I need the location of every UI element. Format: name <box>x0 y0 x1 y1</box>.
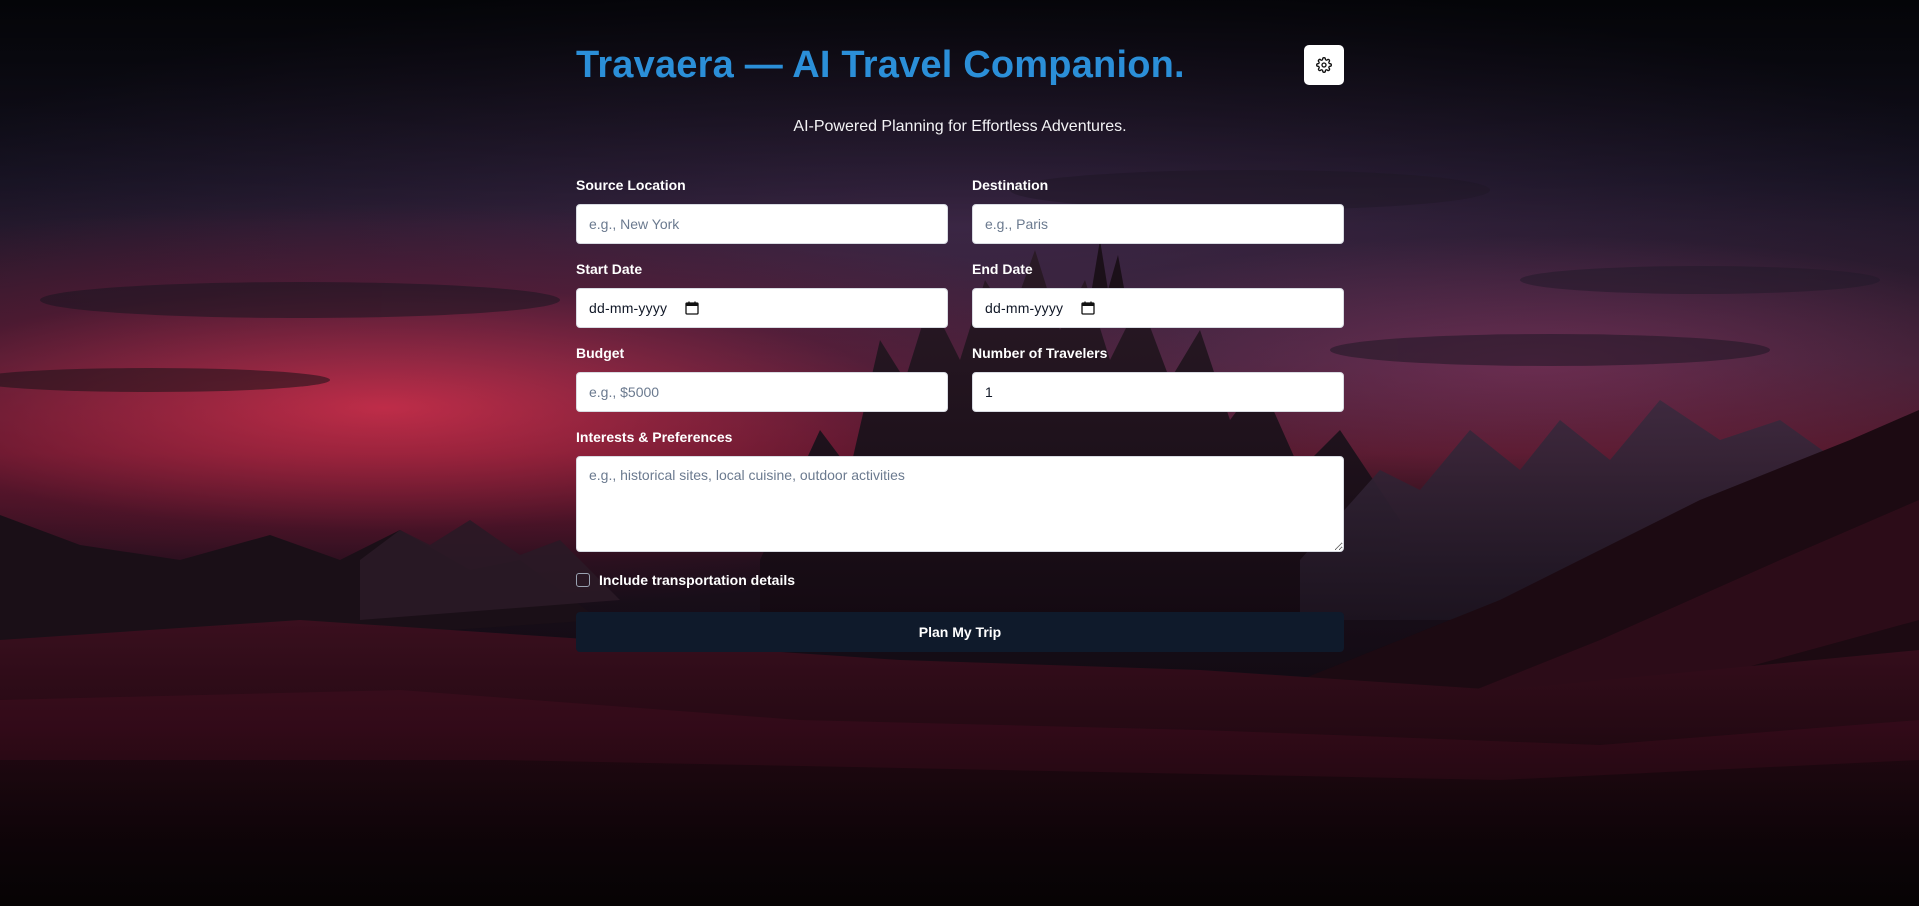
settings-button[interactable] <box>1304 45 1344 85</box>
interests-row: Interests & Preferences <box>576 428 1344 552</box>
header: Travaera — AI Travel Companion. <box>576 0 1344 110</box>
tagline: AI-Powered Planning for Effortless Adven… <box>793 118 1127 135</box>
destination-label: Destination <box>972 177 1049 193</box>
budget-label: Budget <box>576 345 625 361</box>
plan-trip-button[interactable]: Plan My Trip <box>576 612 1344 652</box>
trip-form: Source Location Destination Start Date d… <box>576 176 1344 652</box>
end-date-input[interactable]: dd-mm-yyyy <box>972 288 1344 328</box>
source-label: Source Location <box>576 177 686 193</box>
interests-textarea[interactable] <box>576 456 1344 552</box>
travelers-label: Number of Travelers <box>972 345 1108 361</box>
transportation-checkbox[interactable] <box>576 573 590 587</box>
source-input[interactable] <box>576 204 948 244</box>
start-date-value: dd-mm-yyyy <box>589 300 668 316</box>
app-title: Travaera — AI Travel Companion. <box>576 44 1185 86</box>
transportation-option: Include transportation details <box>576 570 1344 590</box>
interests-label: Interests & Preferences <box>576 429 733 445</box>
calendar-icon[interactable] <box>685 301 699 315</box>
interests-field: Interests & Preferences <box>576 428 1344 552</box>
travelers-input[interactable] <box>972 372 1344 412</box>
date-row: Start Date dd-mm-yyyy End Date dd-mm-yyy… <box>576 260 1344 328</box>
gear-icon <box>1316 57 1332 73</box>
end-date-value: dd-mm-yyyy <box>985 300 1064 316</box>
location-row: Source Location Destination <box>576 176 1344 244</box>
budget-input[interactable] <box>576 372 948 412</box>
start-date-field: Start Date dd-mm-yyyy <box>576 260 948 328</box>
planner-container: Travaera — AI Travel Companion. AI-Power… <box>576 0 1344 652</box>
end-date-label: End Date <box>972 261 1033 277</box>
destination-field: Destination <box>972 176 1344 244</box>
start-date-input[interactable]: dd-mm-yyyy <box>576 288 948 328</box>
budget-field: Budget <box>576 344 948 412</box>
destination-input[interactable] <box>972 204 1344 244</box>
budget-row: Budget Number of Travelers <box>576 344 1344 412</box>
travelers-field: Number of Travelers <box>972 344 1344 412</box>
start-date-label: Start Date <box>576 261 643 277</box>
source-field: Source Location <box>576 176 948 244</box>
calendar-icon[interactable] <box>1081 301 1095 315</box>
transportation-label[interactable]: Include transportation details <box>599 572 795 588</box>
end-date-field: End Date dd-mm-yyyy <box>972 260 1344 328</box>
